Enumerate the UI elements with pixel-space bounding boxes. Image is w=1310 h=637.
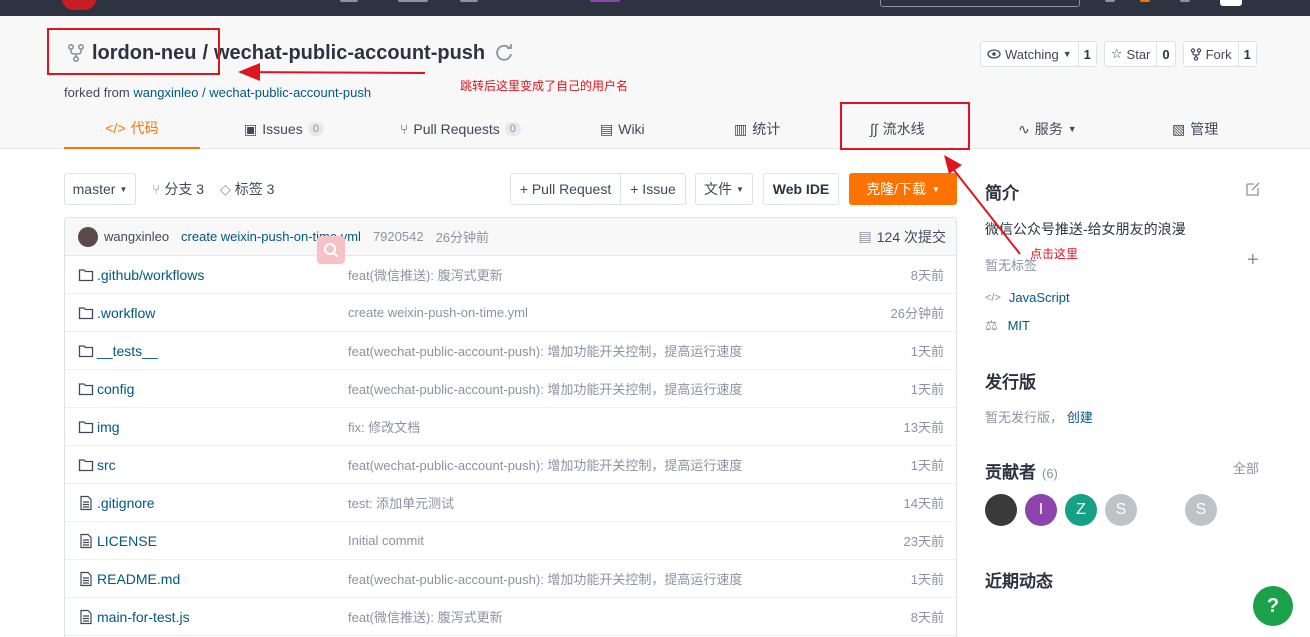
annotation-username-note: 跳转后这里变成了自己的用户名: [460, 79, 629, 93]
annotation-click-note: 点击这里: [1030, 247, 1079, 261]
annotation-arrows: [238, 63, 1021, 255]
